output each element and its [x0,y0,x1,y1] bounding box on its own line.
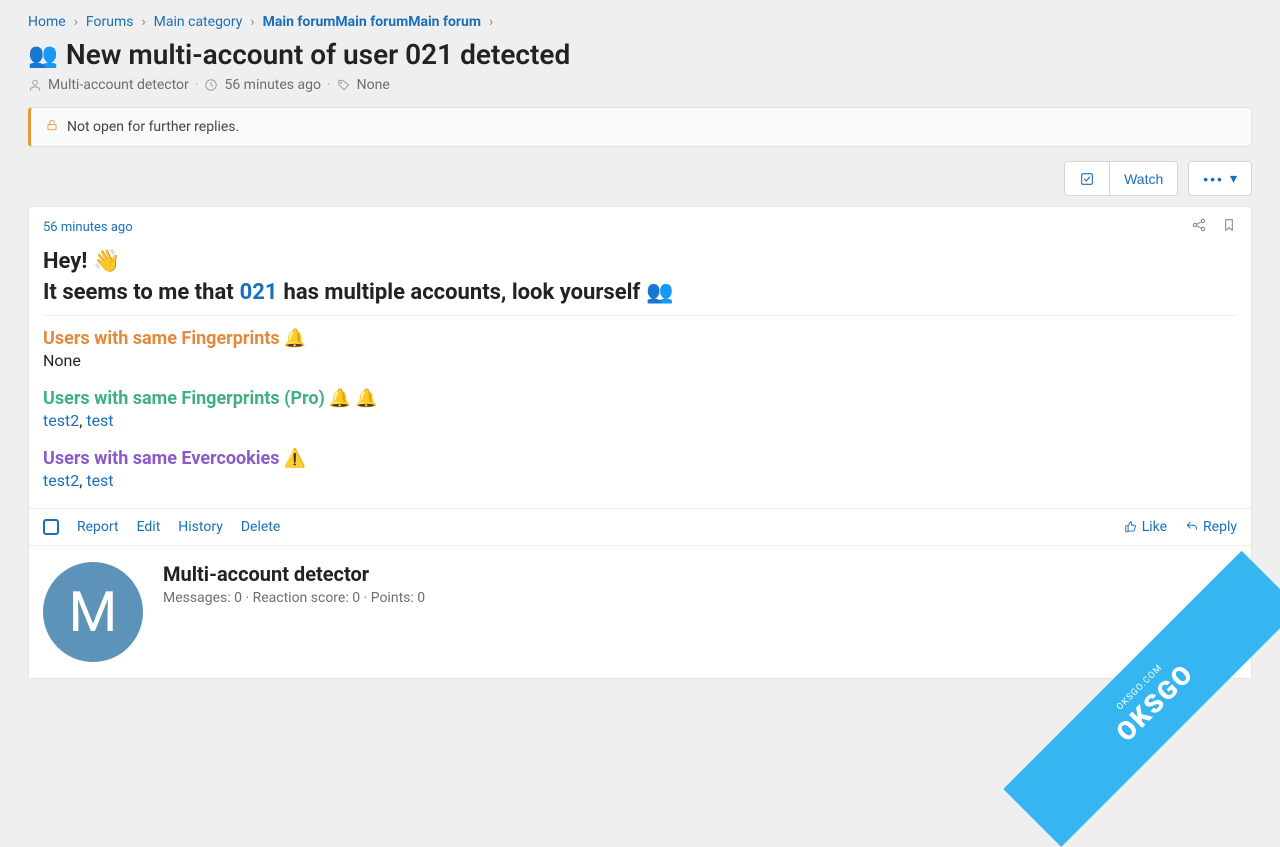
crumb-forums[interactable]: Forums [86,14,134,30]
post-timestamp[interactable]: 56 minutes ago [43,220,133,235]
post-hey: Hey! [43,249,87,274]
like-button[interactable]: Like [1124,519,1167,535]
history-link[interactable]: History [178,519,223,535]
clock-icon [204,78,218,92]
checkbox-icon [1079,171,1095,187]
reply-button[interactable]: Reply [1185,519,1237,535]
more-icon: ••• [1203,171,1224,187]
caret-down-icon: ▾ [1230,170,1237,187]
tag-icon [337,78,351,92]
post-line-a: It seems to me that [43,280,234,305]
thread-tags: None [357,77,390,93]
thumbs-up-icon [1124,520,1138,534]
watch-button[interactable]: Watch [1110,161,1178,196]
bell-icon: 🔔 [284,328,306,349]
closed-notice-text: Not open for further replies. [67,119,239,135]
lock-icon [45,118,59,136]
author-avatar[interactable]: M [43,562,143,662]
section-fingerprints-pro-title: Users with same Fingerprints (Pro) [43,388,325,409]
section-evercookies-title: Users with same Evercookies [43,448,280,469]
share-icon[interactable] [1191,217,1207,237]
chevron-right-icon: › [141,14,145,30]
bell-icon: 🔔 [329,388,351,409]
users-icon: 👥 [28,41,58,69]
detected-user-link[interactable]: 021 [240,280,278,305]
author-name[interactable]: Multi-account detector [163,562,425,586]
section-fingerprints-body: None [43,351,1237,370]
thread-toolbar: Watch ••• ▾ [28,161,1252,196]
chevron-right-icon: › [74,14,78,30]
match-user-link[interactable]: test [86,471,113,490]
crumb-home[interactable]: Home [28,14,66,30]
edit-link[interactable]: Edit [137,519,161,535]
breadcrumb: Home › Forums › Main category › Main for… [28,14,1252,30]
select-toggle-button[interactable] [1064,161,1110,196]
author-stats: Messages: 0 · Reaction score: 0 · Points… [163,590,425,606]
closed-notice: Not open for further replies. [28,107,1252,147]
chevron-right-icon: › [250,14,254,30]
crumb-category[interactable]: Main category [154,14,243,30]
thread-title: 👥 New multi-account of user 021 detected [28,38,1252,71]
reply-label: Reply [1203,519,1237,535]
bell-icon: 🔔 [355,388,377,409]
match-user-link[interactable]: test [86,411,113,430]
report-link[interactable]: Report [77,519,119,535]
post-line-b: has multiple accounts, look yourself [284,280,641,305]
select-post-checkbox[interactable] [43,519,59,535]
match-user-link[interactable]: test2 [43,471,79,490]
thread-author[interactable]: Multi-account detector [48,77,189,93]
delete-link[interactable]: Delete [241,519,280,535]
post: 56 minutes ago Hey! 👋 It seems to me tha… [28,206,1252,679]
match-user-link[interactable]: test2 [43,411,79,430]
wave-icon: 👋 [93,249,120,274]
thread-title-text: New multi-account of user 021 detected [66,38,570,71]
watch-label: Watch [1124,171,1163,187]
thread-meta: Multi-account detector · 56 minutes ago … [28,77,1252,93]
section-fingerprints-title: Users with same Fingerprints [43,328,280,349]
like-label: Like [1142,519,1167,535]
chevron-right-icon: › [489,14,493,30]
thread-age[interactable]: 56 minutes ago [224,77,321,93]
crumb-forum[interactable]: Main forumMain forumMain forum [263,14,481,30]
reply-icon [1185,520,1199,534]
more-menu-button[interactable]: ••• ▾ [1188,161,1252,196]
user-icon [28,78,42,92]
bookmark-icon[interactable] [1221,217,1237,237]
silhouette-icon: 👥 [646,280,673,305]
warning-icon: ⚠️ [284,448,306,469]
